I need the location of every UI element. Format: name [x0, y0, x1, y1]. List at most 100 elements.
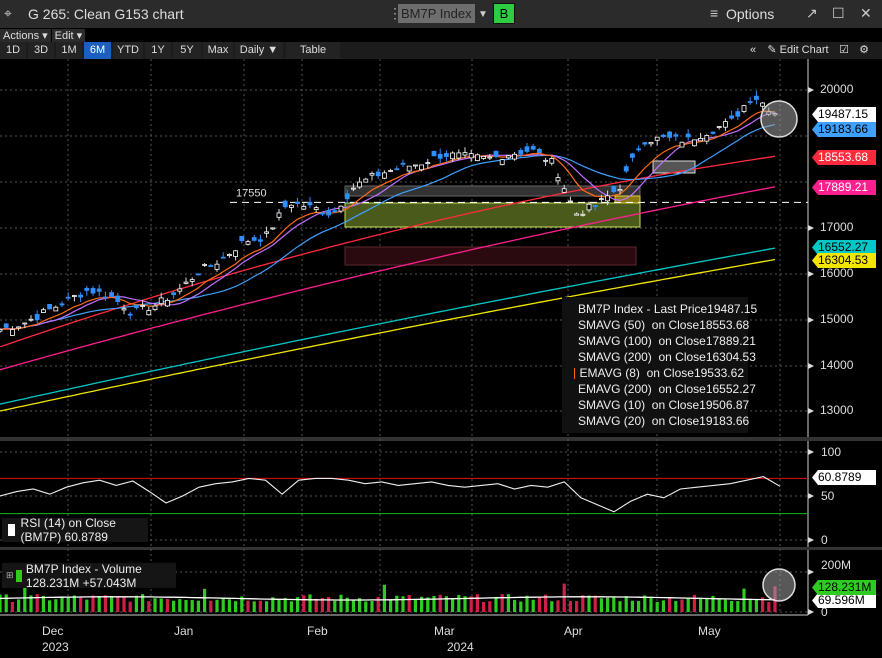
volume-bar	[258, 600, 262, 612]
volume-bar	[327, 596, 331, 612]
collapse-icon[interactable]: ⊞	[6, 570, 14, 581]
volume-bar	[562, 583, 566, 612]
volume-bar	[568, 600, 572, 612]
volume-bar	[60, 596, 64, 612]
volume-bar	[661, 600, 665, 612]
candle	[41, 309, 46, 313]
candle	[679, 141, 685, 148]
candle	[177, 288, 183, 292]
candle	[462, 152, 468, 156]
volume-bar	[494, 596, 498, 612]
volume-bar	[748, 598, 752, 612]
price-tag: 16552.27	[812, 240, 876, 255]
legend-value: 18553.68	[699, 318, 750, 332]
volume-bar	[606, 597, 610, 612]
legend-name: BM7P Index - Last Price	[578, 302, 708, 316]
volume-bar	[178, 599, 182, 612]
candle	[140, 305, 146, 307]
candle	[580, 213, 586, 216]
legend-item: EMAVG (8) on Close 19533.62	[566, 365, 748, 381]
volume-bar	[196, 600, 200, 612]
volume-bar	[500, 594, 504, 612]
volume-bar	[401, 596, 405, 612]
candle	[499, 159, 505, 165]
candle	[685, 133, 691, 138]
candle	[332, 210, 338, 213]
volume-bar	[35, 594, 39, 612]
volume-bar	[754, 599, 758, 612]
candle	[65, 296, 71, 299]
candle	[214, 263, 220, 270]
volume-bar	[705, 597, 709, 612]
candle	[729, 115, 734, 119]
volume-bar	[351, 600, 355, 612]
axis-tick-marker	[808, 87, 814, 93]
candle	[375, 171, 381, 177]
candle	[574, 213, 579, 216]
volume-bar	[79, 597, 83, 612]
candle	[282, 200, 288, 208]
candle	[537, 148, 542, 154]
candle	[59, 303, 65, 306]
volume-bar	[172, 600, 176, 612]
volume-bar	[234, 601, 238, 612]
rsi-value-tag: 60.8789	[812, 470, 876, 485]
candle	[592, 205, 598, 207]
legend-value: 16304.53	[705, 350, 756, 364]
legend-name: SMAVG (20) on Close	[578, 414, 700, 428]
volume-bar	[54, 599, 58, 612]
candle	[450, 152, 456, 160]
volume-bar	[680, 599, 684, 612]
volume-bar	[308, 594, 312, 612]
volume-bar	[246, 600, 250, 612]
year-2023: 2023	[42, 640, 69, 654]
volume-bar	[506, 594, 510, 612]
price-tick: 14000	[820, 358, 854, 372]
candle	[667, 131, 672, 138]
candle	[505, 155, 511, 159]
volume-bar	[767, 601, 771, 612]
volume-bar	[41, 595, 45, 612]
volume-bar	[17, 599, 21, 612]
price-tick: 13000	[820, 403, 854, 417]
candle	[202, 263, 208, 266]
volume-bar	[128, 601, 132, 612]
annotation-box-red	[344, 246, 637, 266]
volume-bar	[599, 598, 603, 612]
candle	[518, 149, 524, 155]
volume-bar	[103, 595, 107, 612]
candle	[84, 287, 90, 291]
annotation-box-white	[652, 160, 696, 174]
volume-bar	[122, 597, 126, 612]
price-tag: 17889.21	[812, 180, 876, 195]
candle	[3, 323, 9, 328]
candle	[251, 237, 257, 241]
legend-name: SMAVG (100) on Close	[578, 334, 706, 348]
candle	[171, 292, 177, 296]
rsi-legend-label: RSI (14) on Close (BM7P) 60.8789	[20, 516, 116, 544]
candle	[301, 206, 307, 210]
candle	[288, 204, 294, 208]
volume-bar	[451, 598, 455, 612]
price-tick: 15000	[820, 312, 854, 326]
axis-tick-marker	[808, 569, 814, 575]
price-tag: 19487.15	[812, 107, 876, 122]
volume-bar	[413, 599, 417, 612]
candle	[233, 250, 239, 257]
candle	[276, 212, 282, 218]
volume-bar	[209, 600, 213, 612]
rsi-tick-50: 50	[821, 489, 835, 503]
candle	[468, 153, 474, 159]
volume-bar	[457, 595, 461, 612]
legend-item: BM7P Index - Last Price 19487.15	[566, 301, 757, 317]
candle	[437, 153, 443, 159]
price-tick: 17000	[820, 220, 854, 234]
volume-bar	[637, 600, 641, 612]
volume-bar	[742, 588, 746, 612]
volume-bar	[550, 601, 554, 612]
candle	[313, 207, 319, 210]
volume-bar	[438, 594, 442, 612]
rsi-swatch	[8, 524, 15, 536]
candle	[692, 139, 697, 147]
candle	[295, 201, 301, 204]
